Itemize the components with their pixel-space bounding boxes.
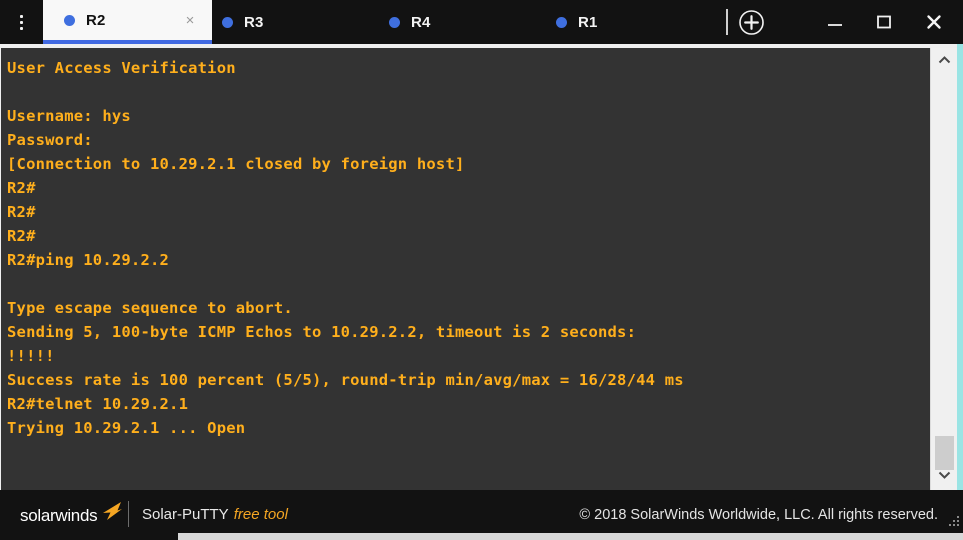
vertical-scrollbar[interactable] — [930, 48, 957, 490]
tab-close-icon[interactable]: × — [182, 13, 198, 29]
terminal-line: User Access Verification — [7, 59, 236, 77]
tab-status-dot — [389, 16, 400, 28]
copyright-text: © 2018 SolarWinds Worldwide, LLC. All ri… — [579, 507, 938, 523]
chevron-up-icon[interactable] — [931, 50, 957, 70]
terminal-line: R2#telnet 10.29.2.1 — [7, 395, 189, 413]
chevron-down-icon[interactable] — [931, 464, 957, 484]
maximize-button[interactable] — [859, 0, 909, 44]
brand-wordmark: solarwinds — [20, 505, 98, 525]
terminal-panel: User Access Verification Username: hys Pa… — [0, 44, 963, 490]
terminal-line: R2# — [7, 203, 36, 221]
free-tool-tag: free tool — [233, 506, 288, 523]
tab-label: R3 — [244, 13, 264, 31]
tab-status-dot — [64, 14, 75, 26]
tab-r2[interactable]: R2 × — [43, 0, 212, 44]
product-name-label: Solar-PuTTY free tool — [142, 506, 288, 523]
terminal-line: Type escape sequence to abort. — [7, 299, 293, 317]
resize-grip-icon[interactable] — [946, 514, 960, 528]
terminal-line: Sending 5, 100-byte ICMP Echos to 10.29.… — [7, 323, 637, 341]
terminal-line: !!!!! — [7, 347, 55, 365]
terminal-line: Username: hys — [7, 107, 131, 125]
tab-status-dot — [556, 16, 567, 28]
tab-r1[interactable]: R1 — [556, 0, 716, 44]
terminal-line-list: User Access Verification Username: hys Pa… — [1, 48, 930, 440]
tab-label: R2 — [86, 11, 106, 29]
title-bar: R2 × R3 R4 R1 — [0, 0, 963, 44]
terminal-line: Trying 10.29.2.1 ... Open — [7, 419, 246, 437]
plus-circle-icon[interactable] — [738, 9, 765, 36]
tab-r3[interactable]: R3 — [222, 0, 382, 44]
solarwinds-swoosh-icon — [98, 500, 124, 527]
solar-putty-window: R2 × R3 R4 R1 User Access Verification U… — [0, 0, 963, 540]
minimize-button[interactable] — [810, 0, 860, 44]
terminal-line: R2#ping 10.29.2.2 — [7, 251, 170, 269]
kebab-dot — [20, 26, 23, 30]
terminal-line: R2# — [7, 227, 36, 245]
kebab-dot — [20, 20, 23, 24]
tab-label: R1 — [578, 13, 598, 31]
terminal-output[interactable]: User Access Verification Username: hys Pa… — [1, 48, 930, 490]
tab-status-dot — [222, 16, 233, 28]
terminal-line: [Connection to 10.29.2.1 closed by forei… — [7, 155, 465, 173]
terminal-line: Success rate is 100 percent (5/5), round… — [7, 371, 684, 389]
window-edge-accent — [957, 44, 963, 490]
tab-separator — [726, 9, 728, 35]
solarwinds-logo: solarwinds — [20, 502, 124, 527]
footer-divider — [128, 501, 129, 527]
kebab-menu-icon[interactable] — [0, 0, 43, 44]
terminal-line: R2# — [7, 179, 36, 197]
tab-label: R4 — [411, 13, 431, 31]
footer-bar: solarwinds Solar-PuTTY free tool © 2018 S… — [0, 490, 963, 540]
terminal-line: Password: — [7, 131, 93, 149]
tab-r4[interactable]: R4 — [389, 0, 549, 44]
product-name: Solar-PuTTY — [142, 506, 229, 523]
close-button[interactable] — [909, 0, 959, 44]
horizontal-scrollbar[interactable] — [178, 533, 963, 540]
kebab-dot — [20, 14, 23, 18]
